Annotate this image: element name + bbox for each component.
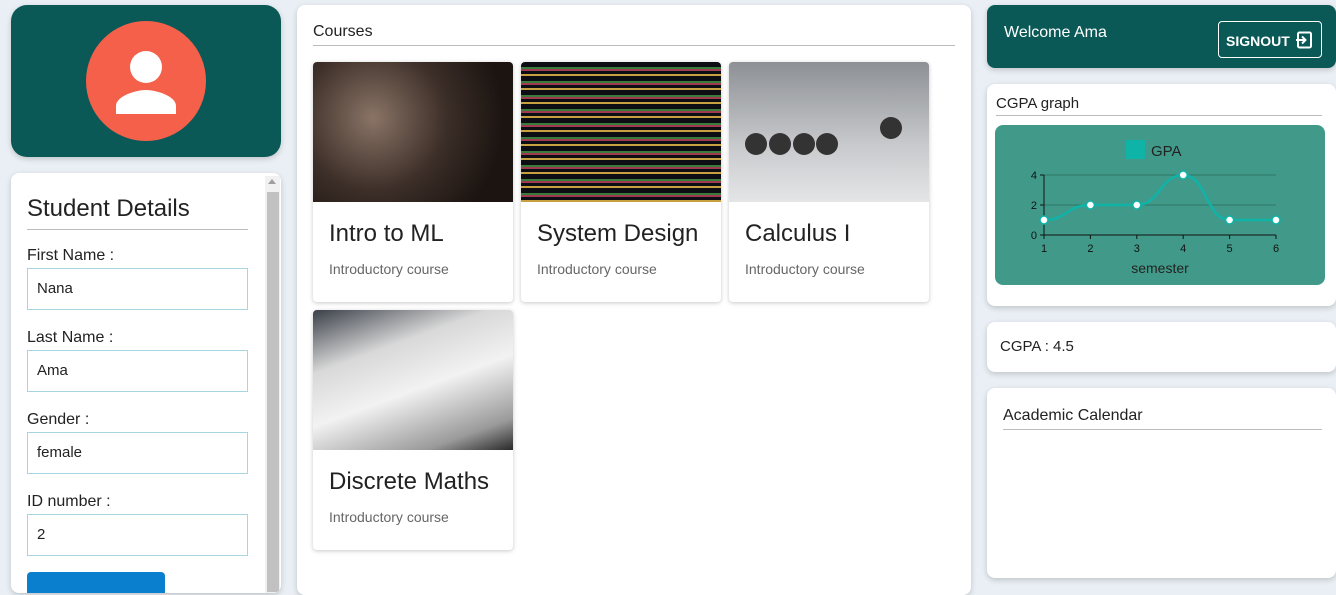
course-title: Intro to ML: [329, 220, 444, 247]
id-number-field[interactable]: 2: [27, 514, 248, 556]
last-name-label: Last Name :: [27, 329, 114, 346]
legend-swatch: [1126, 140, 1145, 159]
course-subtitle: Introductory course: [745, 261, 865, 277]
newtons-cradle-illustration: [745, 117, 902, 155]
data-point: [1271, 215, 1281, 225]
x-axis-label: semester: [1131, 260, 1189, 276]
first-name-field[interactable]: Nana: [27, 268, 248, 310]
code-image: [521, 62, 721, 202]
last-name-field[interactable]: Ama: [27, 350, 248, 392]
data-point: [1178, 170, 1188, 180]
x-tick-label: 3: [1134, 243, 1140, 255]
course-title: Discrete Maths: [329, 468, 490, 495]
courses-panel: Courses Intro to ML Introductory course …: [297, 5, 971, 595]
scrollbar-thumb[interactable]: [267, 192, 279, 592]
course-title: System Design: [537, 220, 699, 247]
gender-label: Gender :: [27, 411, 90, 428]
course-card[interactable]: Calculus I Introductory course: [729, 62, 929, 302]
y-tick-label: 2: [1031, 200, 1037, 212]
x-tick-label: 1: [1041, 243, 1047, 255]
first-name-label: First Name :: [27, 247, 115, 264]
signout-icon: [1296, 31, 1312, 49]
welcome-header: Welcome Ama SIGNOUT: [987, 5, 1336, 68]
welcome-text: Welcome Ama: [1004, 24, 1107, 41]
cgpa-value: 4.5: [1053, 338, 1074, 355]
cgpa-panel: CGPA : 4.5: [987, 322, 1336, 372]
cgpa-graph-panel: CGPA graph GPA 0 2 4 1 2 3 4 5 6 semester: [987, 84, 1336, 306]
x-tick-label: 6: [1273, 243, 1279, 255]
avatar-card: [11, 5, 281, 157]
gender-field[interactable]: female: [27, 432, 248, 474]
gpa-series-line: [1043, 173, 1276, 222]
course-subtitle: Introductory course: [329, 509, 449, 525]
signout-label: SIGNOUT: [1226, 33, 1290, 49]
gpa-chart: GPA 0 2 4 1 2 3 4 5 6 semester: [995, 125, 1325, 285]
submit-button[interactable]: [27, 572, 165, 593]
signout-button[interactable]: SIGNOUT: [1218, 21, 1322, 58]
avatar: [86, 21, 206, 141]
course-subtitle: Introductory course: [329, 261, 449, 277]
data-point: [1132, 200, 1142, 210]
legend-label: GPA: [1151, 143, 1182, 160]
data-point: [1039, 215, 1049, 225]
scroll-up-arrow[interactable]: [268, 179, 276, 184]
x-tick-label: 4: [1180, 243, 1186, 255]
course-title: Calculus I: [745, 220, 851, 247]
x-tick-label: 2: [1087, 243, 1093, 255]
id-number-label: ID number :: [27, 493, 111, 510]
course-card[interactable]: System Design Introductory course: [521, 62, 721, 302]
course-card[interactable]: Intro to ML Introductory course: [313, 62, 513, 302]
cgpa-graph-title: CGPA graph: [996, 95, 1322, 116]
academic-calendar-title: Academic Calendar: [1003, 407, 1322, 430]
courses-title: Courses: [313, 23, 955, 46]
newtons-cradle-image: [729, 62, 929, 202]
y-tick-label: 0: [1031, 230, 1037, 242]
microscope-image: [313, 62, 513, 202]
academic-calendar-panel: Academic Calendar: [987, 388, 1336, 578]
course-card[interactable]: Discrete Maths Introductory course: [313, 310, 513, 550]
person-icon: [116, 51, 176, 114]
data-point: [1224, 215, 1235, 225]
data-point: [1085, 200, 1096, 210]
course-subtitle: Introductory course: [537, 261, 657, 277]
scrollbar[interactable]: [265, 176, 280, 593]
book-glasses-image: [313, 310, 513, 450]
student-details-title: Student Details: [27, 195, 248, 230]
cgpa-label: CGPA :: [1000, 338, 1049, 355]
student-details-panel: Student Details First Name : Nana Last N…: [11, 173, 281, 593]
gpa-chart-svg: GPA 0 2 4 1 2 3 4 5 6 semester: [1031, 140, 1281, 276]
y-tick-label: 4: [1031, 170, 1037, 182]
x-tick-label: 5: [1227, 243, 1233, 255]
